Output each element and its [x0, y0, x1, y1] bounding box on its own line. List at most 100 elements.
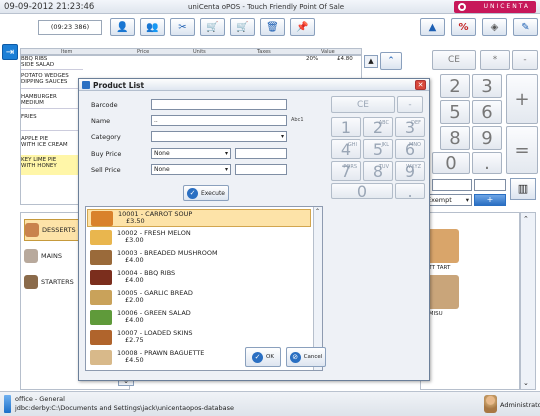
logo-icon — [458, 3, 466, 11]
line-up-button[interactable]: ⌃ — [380, 52, 402, 70]
cart-button[interactable]: 🛒 — [230, 18, 255, 36]
chevron-up-icon[interactable]: ⌃ — [523, 215, 529, 223]
pin-button[interactable]: 📌 — [290, 18, 315, 36]
keypad-minus[interactable]: - — [512, 50, 538, 70]
eraser-button[interactable]: ◈ — [482, 18, 507, 36]
ok-button[interactable]: ✓ OK — [245, 347, 281, 367]
starters-thumbnail — [24, 275, 38, 289]
dialog-keypad-7[interactable]: 7 PQRS — [331, 161, 361, 181]
edit-button[interactable]: ✎ — [513, 18, 538, 36]
quantity-field[interactable] — [474, 179, 506, 191]
table-row-selected[interactable]: KEY LIME PIE WITH HONEY — [21, 155, 83, 175]
table-row[interactable]: HAMBURGER MEDIUM — [21, 94, 81, 106]
list-item[interactable]: 10006 - GREEN SALAD £4.00 — [87, 309, 311, 327]
keypad-5[interactable]: 5 — [440, 100, 470, 124]
key-label: CE — [448, 55, 460, 65]
table-row[interactable]: APPLE PIE WITH ICE CREAM — [21, 136, 81, 148]
barcode-button[interactable]: ▥ — [510, 178, 536, 200]
row-taxes: 20% — [306, 56, 319, 62]
add-to-cart-button[interactable]: 🛒 — [200, 18, 225, 36]
close-button[interactable]: ✕ — [415, 80, 426, 90]
product-scrollbar[interactable]: ⌃ ⌄ — [520, 212, 536, 390]
keypad-3[interactable]: 3 — [472, 74, 502, 98]
list-item[interactable]: 10003 - BREADED MUSHROOM £4.00 — [87, 249, 311, 267]
keypad-multiply[interactable]: * — [480, 50, 510, 70]
dialog-keypad-0[interactable]: 0 — [331, 182, 393, 201]
keypad-equals[interactable]: = — [506, 126, 538, 174]
percent-icon: % — [458, 21, 469, 33]
collapse-button[interactable]: ⇥ — [2, 44, 18, 60]
dialog-keypad-minus[interactable]: - — [397, 96, 423, 113]
sell-price-operator-value: None — [154, 166, 170, 173]
keypad-0[interactable]: 0 — [432, 152, 470, 174]
dialog-keypad-4[interactable]: 4 GHI — [331, 139, 361, 159]
keypad-dot[interactable]: . — [472, 152, 502, 174]
keypad-6[interactable]: 6 — [472, 100, 502, 124]
key-label: = — [514, 139, 530, 161]
discount-button[interactable]: % — [451, 18, 476, 36]
execute-button[interactable]: ✓ Execute — [183, 185, 229, 201]
name-input[interactable]: .. — [151, 115, 287, 126]
dialog-title: Product List — [93, 81, 145, 90]
chevron-down-icon: ▾ — [224, 150, 228, 157]
dialog-keypad-3[interactable]: 3 DEF — [395, 117, 425, 137]
dialog-keypad-9[interactable]: 9 WXYZ — [395, 161, 425, 181]
dialog-keypad-dot[interactable]: . — [395, 182, 425, 201]
dialog-keypad-5[interactable]: 5 JKL — [363, 139, 393, 159]
cart-icon: 🛒 — [236, 21, 249, 33]
sell-price-operator-select[interactable]: None ▾ — [151, 164, 231, 175]
sell-price-input[interactable] — [235, 164, 287, 175]
key-label: CE — [357, 99, 369, 110]
ticket-id-field[interactable]: (09:23 386) — [38, 20, 102, 35]
category-mains[interactable]: MAINS — [24, 245, 84, 267]
keypad-plus[interactable]: + — [506, 74, 538, 124]
tax-select[interactable]: Exempt ▾ — [424, 194, 472, 206]
chevron-up-icon[interactable]: ⌃ — [315, 208, 320, 215]
dialog-keypad-2[interactable]: 2 ABC — [363, 117, 393, 137]
list-item[interactable]: 10002 - FRESH MELON £3.00 — [87, 229, 311, 247]
category-desserts[interactable]: DESSERTS — [24, 219, 84, 241]
list-item[interactable]: 10004 - BBQ RIBS £4.00 — [87, 269, 311, 287]
warning-button[interactable]: ▲ — [420, 18, 445, 36]
tax-select-value: Exempt — [427, 196, 452, 204]
amount-field[interactable] — [432, 179, 472, 191]
table-row[interactable]: BBQ RIBS SIDE SALAD — [21, 56, 81, 68]
list-item-selected[interactable]: 10001 - CARROT SOUP £3.50 — [87, 209, 311, 227]
key-letters: TUV — [378, 164, 389, 170]
buy-price-input[interactable] — [235, 148, 287, 159]
cancel-button[interactable]: ⊘ Cancel — [286, 347, 326, 367]
split-ticket-button[interactable]: ✂ — [170, 18, 195, 36]
keypad-8[interactable]: 8 — [440, 126, 470, 150]
buy-price-operator-select[interactable]: None ▾ — [151, 148, 231, 159]
list-item[interactable]: 10007 - LOADED SKINS £2.75 — [87, 329, 311, 347]
barcode-input[interactable] — [151, 99, 287, 110]
product-list-dialog: Product List ✕ Barcode Name .. Abc1 Cate… — [78, 78, 430, 381]
row-line2: SIDE SALAD — [21, 62, 55, 68]
product-image[interactable] — [425, 229, 459, 263]
category-select[interactable]: ▾ — [151, 131, 287, 142]
keypad-ce[interactable]: CE — [432, 50, 476, 70]
product-price: £3.00 — [125, 236, 144, 244]
dialog-keypad-6[interactable]: 6 MNO — [395, 139, 425, 159]
chevron-down-icon[interactable]: ⌄ — [523, 379, 529, 387]
table-row[interactable]: FRIES — [21, 114, 81, 120]
table-row[interactable]: POTATO WEDGES DIPPING SAUCES — [21, 73, 81, 85]
row-line2: WITH ICE CREAM — [21, 142, 68, 148]
keypad-9[interactable]: 9 — [472, 126, 502, 150]
brand-logo: UNICENTA — [454, 1, 536, 13]
dialog-keypad-ce[interactable]: CE — [331, 96, 395, 113]
add-button[interactable]: + — [474, 194, 506, 206]
keypad-2[interactable]: 2 — [440, 74, 470, 98]
category-starters[interactable]: STARTERS — [24, 271, 84, 293]
product-image[interactable] — [425, 275, 459, 309]
product-thumbnail — [90, 270, 112, 285]
scroll-up-button[interactable]: ▲ — [364, 55, 378, 68]
list-item[interactable]: 10005 - GARLIC BREAD £2.00 — [87, 289, 311, 307]
dialog-keypad-1[interactable]: 1 — [331, 117, 361, 137]
customer-button[interactable]: 👤 — [110, 18, 135, 36]
dialog-keypad-8[interactable]: 8 TUV — [363, 161, 393, 181]
product-grid[interactable]: ETT TART AMISU — [420, 212, 520, 390]
customer-edit-button[interactable]: 👥 — [140, 18, 165, 36]
results-scrollbar[interactable]: ⌃ ⌄ — [313, 207, 322, 370]
delete-ticket-button[interactable]: 🗑 — [260, 18, 285, 36]
